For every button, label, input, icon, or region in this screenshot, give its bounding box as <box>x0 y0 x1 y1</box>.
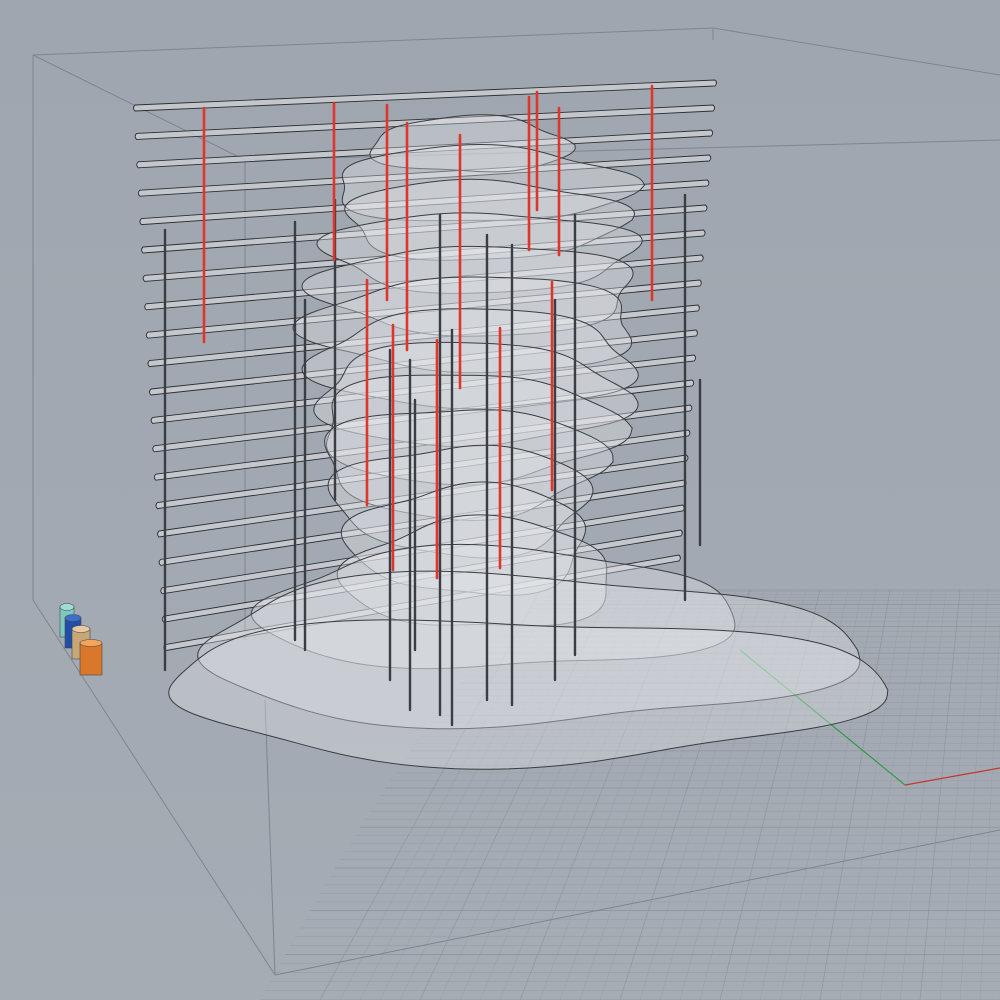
grid-line <box>859 589 919 1000</box>
cylinder-orange-icon-top <box>79 639 103 647</box>
layer-icons[interactable] <box>59 603 103 676</box>
contour-loop[interactable] <box>168 619 889 770</box>
scene-svg[interactable] <box>0 0 1000 1000</box>
grid-line <box>939 589 975 1000</box>
cylinder-tan-icon-top <box>71 625 91 633</box>
bounding-box-edge <box>712 27 1000 76</box>
cylinder-orange-icon[interactable] <box>79 639 103 676</box>
x-axis-line <box>904 767 1000 786</box>
bounding-box-edge <box>264 699 276 976</box>
grid-line <box>979 622 1000 1000</box>
floor-slab[interactable] <box>133 79 717 112</box>
bounding-box-edge <box>32 27 714 56</box>
cylinder-blue-icon-top <box>64 614 82 622</box>
cylinder-orange-icon-body <box>79 642 103 676</box>
bounding-box-edge <box>274 829 1000 976</box>
3d-viewport[interactable] <box>0 0 1000 1000</box>
grid-line <box>879 589 933 1000</box>
grid-line <box>899 589 947 1000</box>
grid-line <box>919 589 961 1000</box>
cylinder-teal-icon-top <box>59 603 75 611</box>
grid-line <box>959 589 989 1000</box>
